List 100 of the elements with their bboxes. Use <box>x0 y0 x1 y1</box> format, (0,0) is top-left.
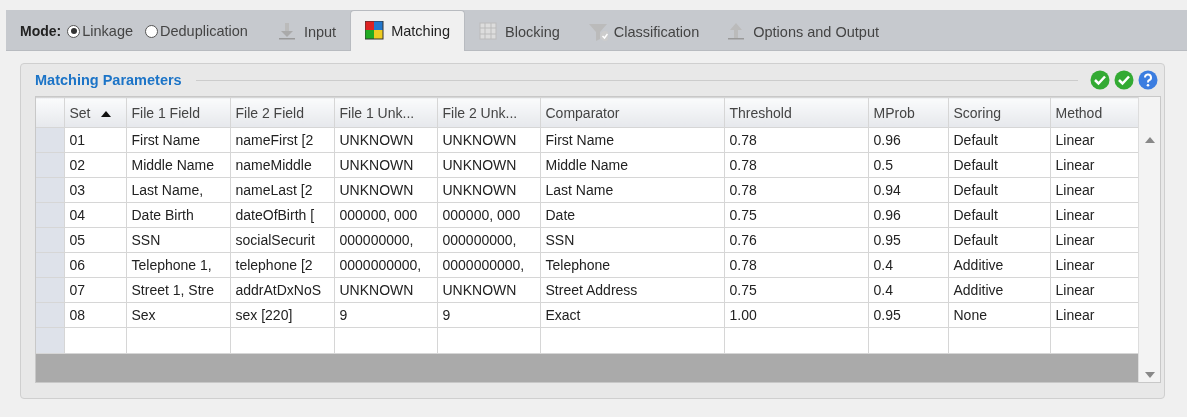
table-cell: 0.4 <box>868 277 948 303</box>
table-cell: 06 <box>64 252 126 278</box>
table-cell: First Name <box>126 127 230 153</box>
table-cell: SSN <box>540 227 724 253</box>
table-cell: 000000, 000 <box>334 202 437 228</box>
table-cell: UNKNOWN <box>437 177 540 203</box>
row-header[interactable] <box>36 227 64 253</box>
table-cell: 07 <box>64 277 126 303</box>
scroll-up-icon <box>1144 137 1155 143</box>
column-header[interactable]: MProb <box>868 97 948 128</box>
column-header[interactable]: File 1 Unk... <box>334 97 437 128</box>
table-cell: 0.95 <box>868 227 948 253</box>
panel-title: Matching Parameters <box>35 72 182 88</box>
puzzle-icon <box>365 21 386 41</box>
table-cell: 9 <box>437 302 540 328</box>
table-cell: Middle Name <box>126 152 230 178</box>
table-cell: 0000000000, <box>437 252 540 278</box>
table-cell: addrAtDxNoS <box>230 277 334 303</box>
table-cell: 02 <box>64 152 126 178</box>
table-cell: Default <box>948 202 1050 228</box>
column-header[interactable]: Scoring <box>948 97 1050 128</box>
table-cell: Sex <box>126 302 230 328</box>
table-cell: UNKNOWN <box>334 127 437 153</box>
table-cell: Default <box>948 127 1050 153</box>
table-cell: 0.78 <box>724 127 868 153</box>
table-cell: 0.75 <box>724 202 868 228</box>
table-cell: 05 <box>64 227 126 253</box>
table-cell: 0.78 <box>724 152 868 178</box>
table-cell: 0000000000, <box>334 252 437 278</box>
table-cell: nameFirst [2 <box>230 127 334 153</box>
table-cell: UNKNOWN <box>334 177 437 203</box>
table-cell: 0.76 <box>724 227 868 253</box>
table-cell: 0.96 <box>868 127 948 153</box>
table-cell: Date Birth <box>126 202 230 228</box>
table-cell: Telephone <box>540 252 724 278</box>
table-cell: 0.96 <box>868 202 948 228</box>
table-cell: 0.78 <box>724 252 868 278</box>
row-header[interactable] <box>36 277 64 303</box>
column-header[interactable]: Comparator <box>540 97 724 128</box>
table-cell: Date <box>540 202 724 228</box>
scroll-down-icon <box>1144 372 1155 378</box>
mode-label: Mode: <box>20 23 62 39</box>
row-header[interactable] <box>36 127 64 153</box>
table-cell: 08 <box>64 302 126 328</box>
row-header[interactable] <box>36 252 64 278</box>
table-cell: 000000, 000 <box>437 202 540 228</box>
table-cell: First Name <box>540 127 724 153</box>
column-header[interactable]: Method <box>1050 97 1138 128</box>
table-cell: UNKNOWN <box>437 277 540 303</box>
check-icon[interactable] <box>1090 70 1110 90</box>
scrollbar[interactable] <box>1138 97 1160 382</box>
table-cell: Street 1, Stre <box>126 277 230 303</box>
header-corner <box>36 97 64 128</box>
arrow-down-icon <box>277 22 298 42</box>
column-header[interactable]: File 2 Unk... <box>437 97 540 128</box>
table-cell: dateOfBirth [ <box>230 202 334 228</box>
table-cell: Last Name, <box>126 177 230 203</box>
table-cell: telephone [2 <box>230 252 334 278</box>
row-header[interactable] <box>36 202 64 228</box>
row-header[interactable] <box>36 152 64 178</box>
help-icon[interactable] <box>1138 70 1158 90</box>
table-cell: Default <box>948 177 1050 203</box>
table-cell: Default <box>948 152 1050 178</box>
table-cell: UNKNOWN <box>334 277 437 303</box>
table-cell: Middle Name <box>540 152 724 178</box>
table-cell: 04 <box>64 202 126 228</box>
tab[interactable]: Classification <box>573 14 714 50</box>
tab[interactable]: Blocking <box>465 14 574 50</box>
column-header[interactable]: File 2 Field <box>230 97 334 128</box>
table-cell: 000000000, <box>334 227 437 253</box>
table-cell: nameMiddle <box>230 152 334 178</box>
table-cell: UNKNOWN <box>334 152 437 178</box>
column-header[interactable]: File 1 Field <box>126 97 230 128</box>
table-cell: Additive <box>948 277 1050 303</box>
row-header[interactable] <box>36 302 64 328</box>
grid-icon <box>479 22 499 42</box>
table-cell: Additive <box>948 252 1050 278</box>
table-cell: 0.4 <box>868 252 948 278</box>
column-header[interactable]: Threshold <box>724 97 868 128</box>
table-cell: SSN <box>126 227 230 253</box>
table-cell: 0.5 <box>868 152 948 178</box>
row-header[interactable] <box>36 177 64 203</box>
table-cell: socialSecurit <box>230 227 334 253</box>
column-header[interactable]: Set <box>64 97 126 128</box>
radio-button[interactable]: Deduplication <box>145 23 248 39</box>
tab[interactable]: Matching <box>350 10 465 51</box>
check-icon[interactable] <box>1114 70 1134 90</box>
tab[interactable]: Options and Output <box>713 14 893 50</box>
table-cell: 01 <box>64 127 126 153</box>
radio-button[interactable]: Linkage <box>67 23 133 39</box>
table-cell: 000000000, <box>437 227 540 253</box>
table-cell: Street Address <box>540 277 724 303</box>
table-cell: 0.78 <box>724 177 868 203</box>
table-cell: Default <box>948 227 1050 253</box>
tab[interactable]: Input <box>263 14 351 50</box>
table-cell: UNKNOWN <box>437 152 540 178</box>
table-cell: 0.75 <box>724 277 868 303</box>
table-cell: Exact <box>540 302 724 328</box>
table-cell: Last Name <box>540 177 724 203</box>
table-cell: Telephone 1, <box>126 252 230 278</box>
